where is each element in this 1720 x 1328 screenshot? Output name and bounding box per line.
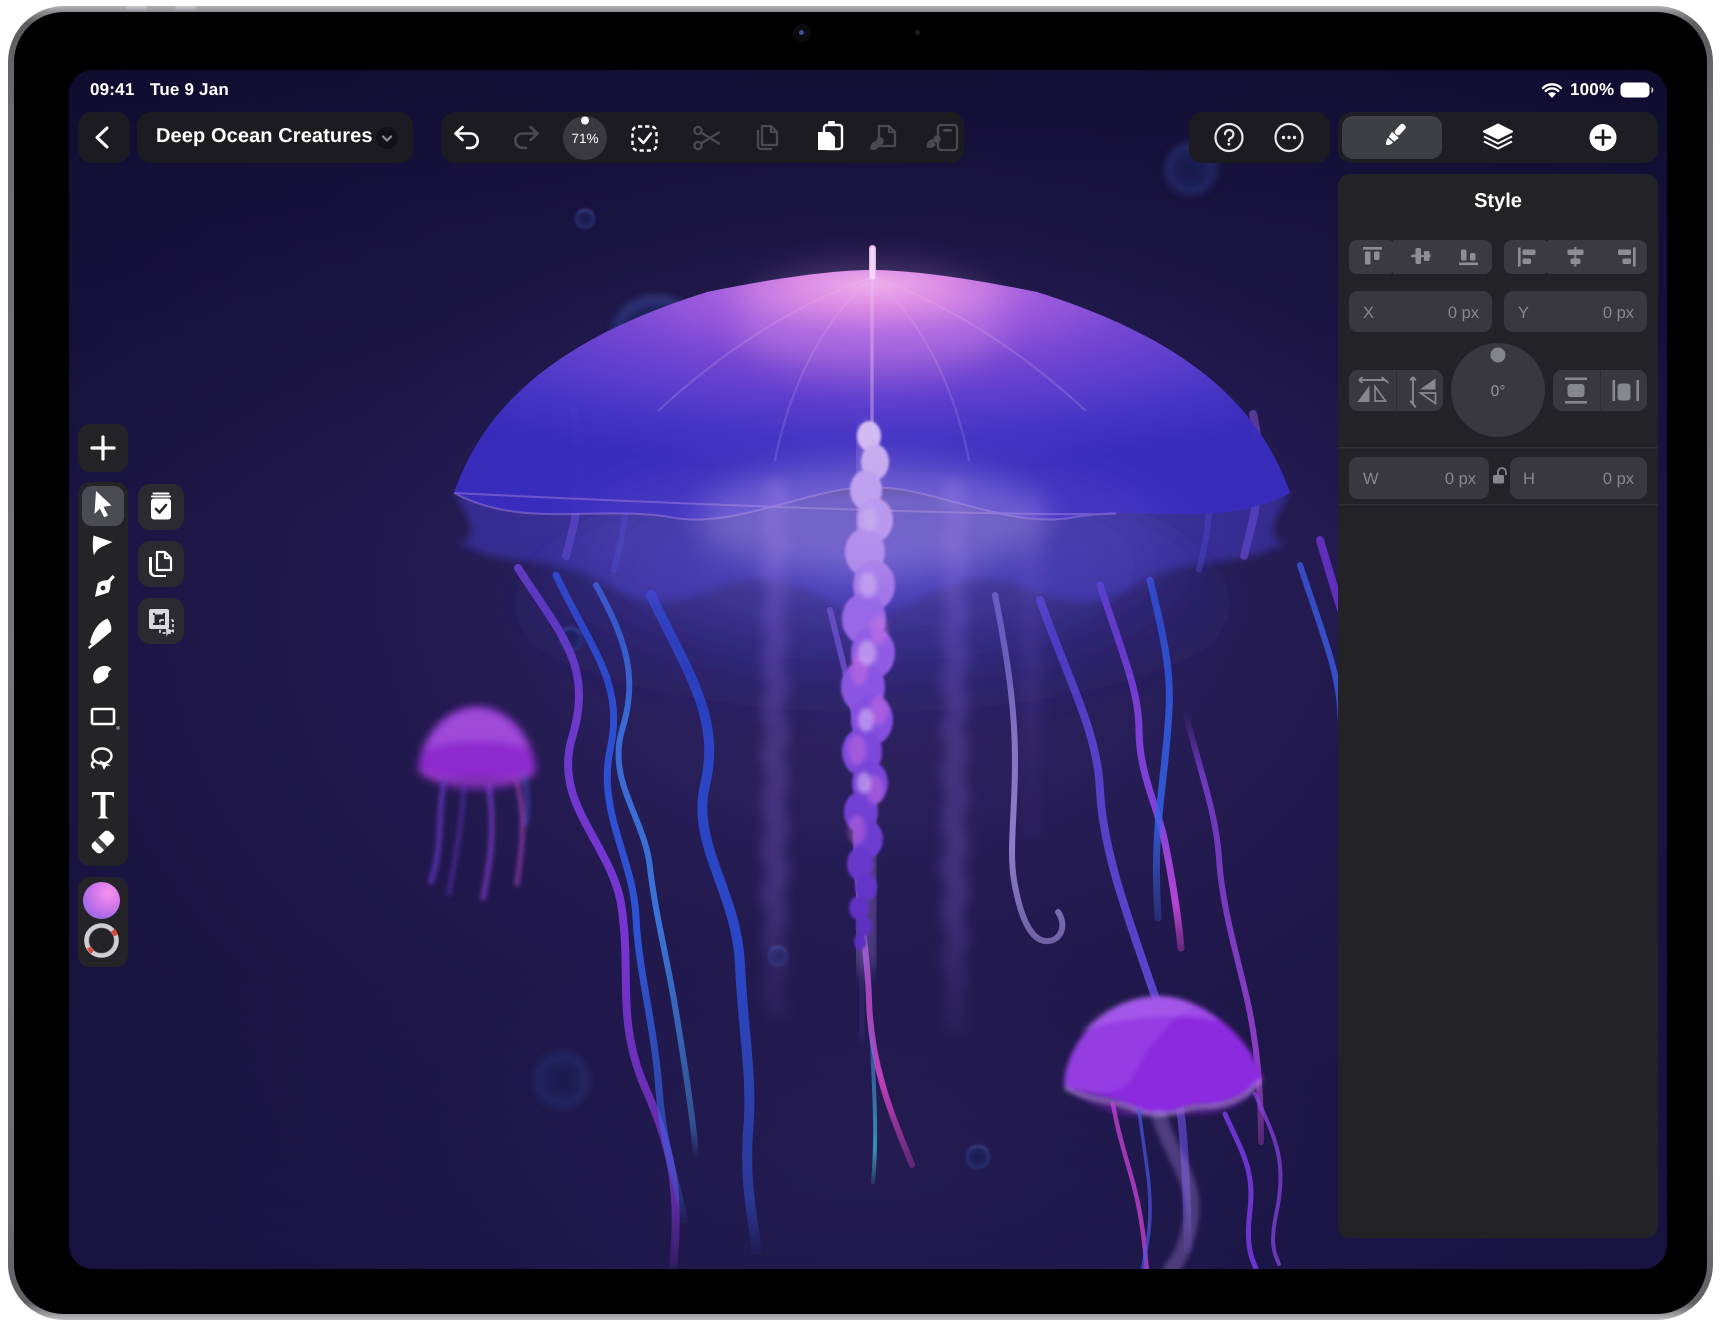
svg-text:0 px: 0 px <box>1445 470 1477 488</box>
svg-text:W: W <box>1363 470 1379 488</box>
svg-text:Y: Y <box>1518 304 1529 322</box>
svg-text:0 px: 0 px <box>1603 470 1635 488</box>
svg-text:71%: 71% <box>571 131 598 146</box>
svg-text:0 px: 0 px <box>1448 304 1480 322</box>
svg-text:X: X <box>1363 304 1374 322</box>
svg-text:0 px: 0 px <box>1603 304 1635 322</box>
svg-text:H: H <box>1523 470 1535 488</box>
svg-text:0°: 0° <box>1491 383 1506 400</box>
